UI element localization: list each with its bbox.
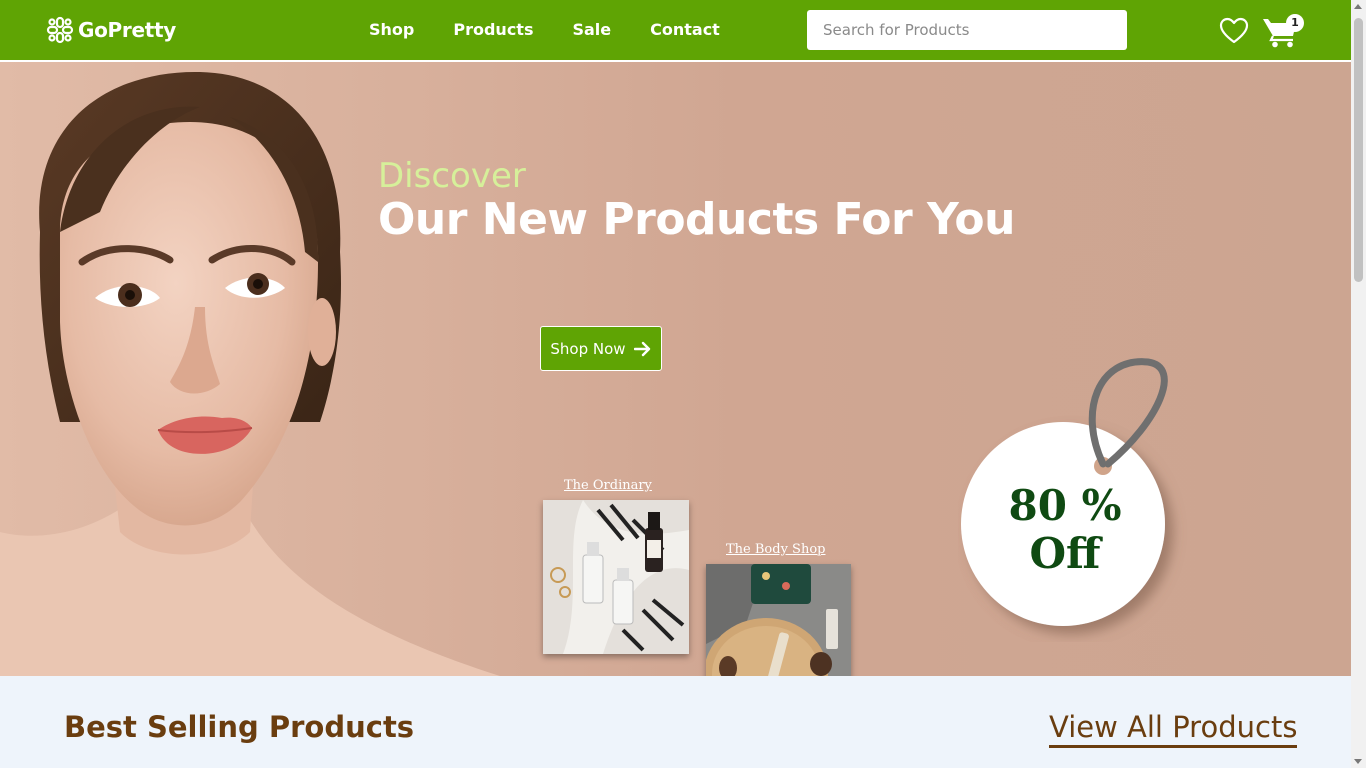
arrow-right-icon <box>633 341 650 356</box>
brand-name: GoPretty <box>78 18 177 42</box>
nav-link-sale[interactable]: Sale <box>572 20 611 39</box>
navbar: GoPretty Shop Products Sale Contact 1 <box>0 0 1351 62</box>
hero-title: Our New Products For You <box>378 194 1015 245</box>
model-photo <box>0 71 500 676</box>
hero-banner: Discover Our New Products For You Shop N… <box>0 62 1351 676</box>
hero-eyebrow: Discover <box>378 156 526 196</box>
nav-link-shop[interactable]: Shop <box>369 20 414 39</box>
logo[interactable]: GoPretty <box>46 16 176 44</box>
brand-link-the-ordinary[interactable]: The Ordinary <box>564 478 652 493</box>
the-body-shop-product-image <box>706 564 851 676</box>
brand-card-the-ordinary[interactable] <box>543 500 689 654</box>
brand-card-the-body-shop[interactable] <box>706 564 851 676</box>
view-all-products-link[interactable]: View All Products <box>1049 710 1298 748</box>
search-input[interactable] <box>807 10 1127 50</box>
discount-off: Off <box>1029 529 1101 578</box>
scrollbar-thumb[interactable] <box>1354 18 1363 282</box>
the-ordinary-product-image <box>543 500 689 654</box>
heart-icon[interactable] <box>1219 17 1249 45</box>
best-selling-section: Best Selling Products View All Products <box>0 676 1351 768</box>
shop-now-label: Shop Now <box>550 339 626 358</box>
main-nav: Shop Products Sale Contact <box>369 20 759 39</box>
logo-icon <box>46 16 74 44</box>
vertical-scrollbar[interactable] <box>1351 0 1366 768</box>
discount-percent: 80 % <box>1008 481 1122 530</box>
nav-link-products[interactable]: Products <box>453 20 533 39</box>
scroll-down-icon[interactable] <box>1354 759 1362 764</box>
nav-link-contact[interactable]: Contact <box>650 20 720 39</box>
discount-tag-text: 80 % Off <box>1000 482 1130 578</box>
shop-now-button[interactable]: Shop Now <box>540 326 662 371</box>
scroll-up-icon[interactable] <box>1354 4 1362 9</box>
brand-link-the-body-shop[interactable]: The Body Shop <box>726 542 825 557</box>
cart-count-badge: 1 <box>1286 14 1304 32</box>
best-selling-title: Best Selling Products <box>64 710 415 744</box>
page: GoPretty Shop Products Sale Contact 1 <box>0 0 1366 768</box>
